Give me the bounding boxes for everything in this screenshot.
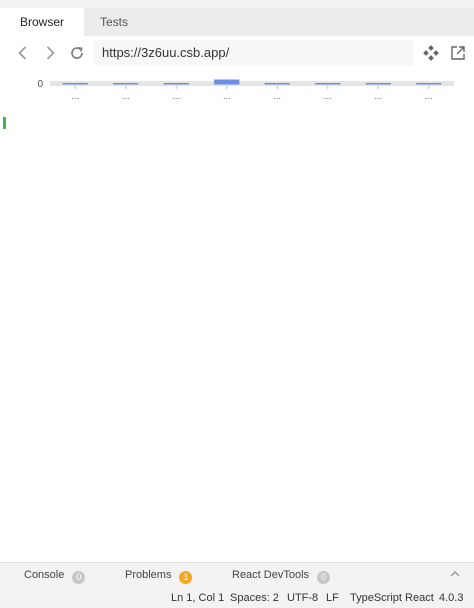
refresh-button[interactable] [67,43,87,63]
language-mode[interactable]: TypeScript React [350,590,434,606]
console-count-badge: 0 [72,571,86,584]
bar [315,83,341,85]
bar-chart: 0........................ [37,79,454,101]
problems-tab-label: Problems [125,569,172,581]
browser-nav-bar: https://3z6uu.csb.app/ [0,36,474,70]
tab-browser-label: Browser [19,15,64,29]
devtools-toggle-button[interactable] [421,43,441,63]
bar [62,83,88,85]
collapse-panel-button[interactable] [448,567,462,581]
indentation-setting[interactable]: Spaces: 2 [230,590,279,606]
react-devtools-count-badge: 0 [317,571,331,584]
react-devtools-tab-label: React DevTools [232,569,310,581]
x-axis-band [50,81,454,86]
console-tab[interactable]: Console 0 [24,567,86,584]
tab-browser[interactable]: Browser [0,8,84,36]
open-new-window-button[interactable] [448,43,468,63]
problems-tab[interactable]: Problems 1 [125,567,193,584]
x-tick-label: ... [71,91,79,101]
x-tick-label: ... [374,91,382,101]
tab-tests[interactable]: Tests [84,8,144,36]
browser-viewport: 0........................ [0,70,474,562]
cursor-position[interactable]: Ln 1, Col 1 [171,590,224,606]
x-tick-label: ... [324,91,332,101]
bottom-panel: Console 0 Problems 1 React DevTools 0 Ln 1,… [0,562,474,608]
diamond-grid-icon [423,45,439,61]
chevron-left-icon [18,46,27,60]
y-tick-label: 0 [37,79,43,90]
bar [416,83,442,85]
x-tick-label: ... [172,91,180,101]
gutter-marker [3,117,6,129]
external-link-icon [451,46,465,60]
line-ending[interactable]: LF [326,590,339,606]
bar [365,83,391,85]
tab-tests-label: Tests [99,15,128,29]
refresh-icon [71,46,83,59]
status-bar: Ln 1, Col 1 Spaces: 2 UTF-8 LF TypeScrip… [0,587,474,607]
bar [113,83,139,85]
x-tick-label: ... [122,91,130,101]
x-tick-label: ... [273,91,281,101]
address-bar[interactable]: https://3z6uu.csb.app/ [94,40,414,66]
file-encoding[interactable]: UTF-8 [287,590,318,606]
x-tick-label: ... [223,91,231,101]
window-top-strip [0,0,474,8]
typescript-version[interactable]: 4.0.3 [439,590,463,606]
x-tick-label: ... [425,91,433,101]
bar [163,83,189,85]
console-tab-label: Console [24,569,65,581]
forward-button[interactable] [40,43,60,63]
bar [264,83,290,85]
problems-count-badge: 1 [179,571,193,584]
back-button[interactable] [13,43,33,63]
chevron-right-icon [46,46,55,60]
react-devtools-tab[interactable]: React DevTools 0 [232,567,331,584]
preview-tab-bar: Browser Tests [0,8,474,37]
address-url: https://3z6uu.csb.app/ [102,45,230,60]
chevron-up-icon [450,571,460,577]
bar [214,79,240,85]
